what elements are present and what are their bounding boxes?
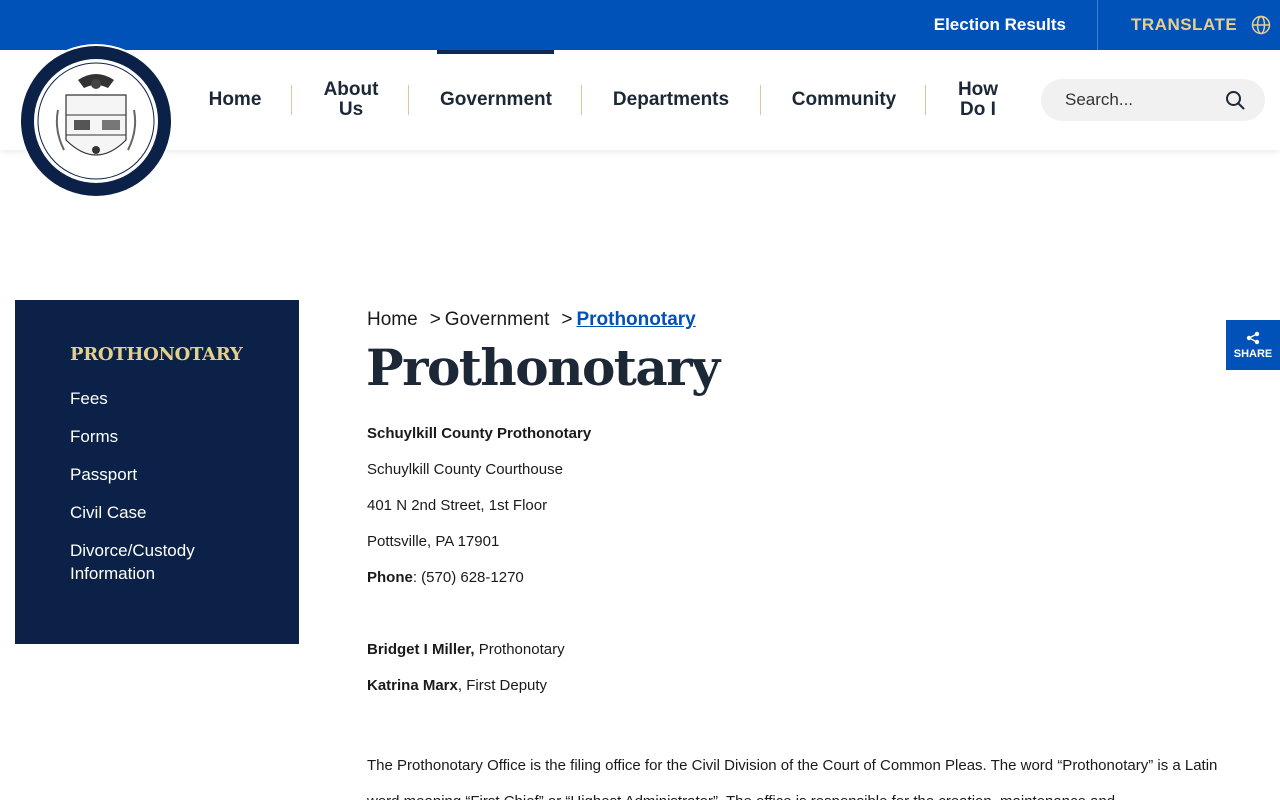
staff-name: Katrina Marx xyxy=(367,677,458,694)
nav-home[interactable]: Home xyxy=(196,50,274,150)
nav-how-do-i[interactable]: How Do I xyxy=(950,50,1006,150)
staff-role: Prothonotary xyxy=(474,641,565,658)
nav-separator xyxy=(291,85,292,115)
translate-label: TRANSLATE xyxy=(1131,15,1238,34)
nav-departments[interactable]: Departments xyxy=(604,50,738,150)
office-building: Schuylkill County Courthouse xyxy=(367,461,563,478)
breadcrumb-home[interactable]: Home xyxy=(367,309,418,331)
nav-separator xyxy=(760,85,761,115)
breadcrumb-government[interactable]: Government xyxy=(445,309,550,331)
nav-government[interactable]: Government xyxy=(432,50,560,150)
sidebar-item-divorce-custody[interactable]: Divorce/Custody Information xyxy=(70,539,270,585)
breadcrumb-separator: > xyxy=(429,309,441,330)
staff-row: Katrina Marx, First Deputy xyxy=(367,676,1247,712)
office-street: 401 N 2nd Street, 1st Floor xyxy=(367,497,548,514)
search-input[interactable] xyxy=(1065,90,1215,110)
globe-icon xyxy=(1251,15,1271,35)
breadcrumb-separator: > xyxy=(561,309,573,330)
utility-divider xyxy=(1097,0,1098,50)
phone-value: : (570) 628-1270 xyxy=(412,569,524,586)
page-content: Schuylkill County Prothonotary Schuylkil… xyxy=(367,424,1247,800)
office-name: Schuylkill County Prothonotary xyxy=(367,425,592,442)
sidebar-title: PROTHONOTARY xyxy=(70,344,243,365)
nav-community[interactable]: Community xyxy=(784,50,904,150)
office-phone: Phone: (570) 628-1270 xyxy=(367,568,1247,604)
share-button[interactable]: SHARE xyxy=(1226,320,1280,370)
office-description: The Prothonotary Office is the filing of… xyxy=(367,757,1218,800)
office-city: Pottsville, PA 17901 xyxy=(367,533,500,550)
share-label: SHARE xyxy=(1233,347,1273,360)
staff-role: , First Deputy xyxy=(457,677,548,694)
nav-separator xyxy=(925,85,926,115)
phone-label: Phone xyxy=(367,569,413,586)
nav-separator xyxy=(408,85,409,115)
staff-row: Bridget I Miller, Prothonotary xyxy=(367,640,1247,676)
nav-separator xyxy=(581,85,582,115)
share-icon xyxy=(1246,331,1260,344)
breadcrumb-current[interactable]: Prothonotary xyxy=(576,309,695,331)
sidebar-item-civil-case[interactable]: Civil Case xyxy=(70,501,270,524)
section-sidebar: PROTHONOTARY Fees Forms Passport Civil C… xyxy=(15,300,299,644)
sidebar-item-forms[interactable]: Forms xyxy=(70,425,270,448)
page-title: Prothonotary xyxy=(366,338,720,397)
nav-about-us[interactable]: About Us xyxy=(316,50,386,150)
sidebar-item-passport[interactable]: Passport xyxy=(70,463,270,486)
utility-bar: Election Results TRANSLATE xyxy=(0,0,1280,50)
search-icon[interactable] xyxy=(1225,90,1245,110)
staff-name: Bridget I Miller, xyxy=(367,641,475,658)
breadcrumb: Home > Government > Prothonotary xyxy=(367,309,696,331)
county-seal-logo[interactable] xyxy=(18,40,174,202)
translate-button[interactable]: TRANSLATE xyxy=(1131,0,1271,50)
search-box xyxy=(1041,79,1265,121)
sidebar-item-fees[interactable]: Fees xyxy=(70,387,270,410)
election-results-link[interactable]: Election Results xyxy=(934,0,1066,50)
